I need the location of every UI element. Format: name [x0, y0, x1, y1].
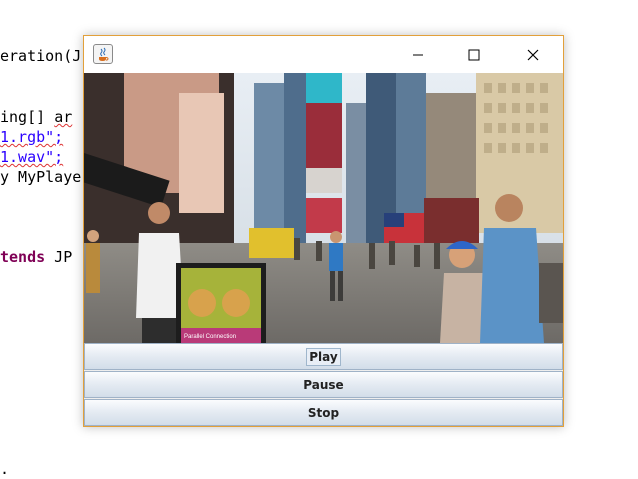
maximize-icon: [468, 49, 480, 60]
code-line-2: ing[] ar: [0, 108, 73, 126]
code-line-7: .: [0, 460, 10, 478]
title-bar[interactable]: [84, 36, 563, 73]
video-scene: Parallel Connection: [84, 73, 563, 343]
code-line-3: 1.rgb";: [0, 128, 64, 146]
code-line-5: y MyPlaye: [0, 168, 82, 186]
sign-text: Parallel Connection: [184, 334, 236, 340]
stop-button[interactable]: Stop: [84, 399, 563, 426]
maximize-button[interactable]: [451, 36, 497, 73]
close-button[interactable]: [510, 36, 556, 73]
media-player-window: Parallel Connection Play Pause Stop: [83, 35, 564, 427]
pause-button-label: Pause: [303, 377, 344, 392]
video-frame: Parallel Connection: [84, 73, 563, 343]
code-line-1: eration(J: [0, 47, 82, 65]
minimize-button[interactable]: [395, 36, 441, 73]
code-line-6: tends JP: [0, 248, 73, 266]
pause-button[interactable]: Pause: [84, 371, 563, 398]
close-icon: [527, 49, 539, 60]
minimize-icon: [413, 54, 423, 55]
java-app-icon[interactable]: [93, 44, 113, 64]
stop-button-label: Stop: [307, 405, 340, 420]
play-button-label: Play: [306, 347, 341, 366]
play-button[interactable]: Play: [84, 343, 563, 370]
code-line-4: 1.wav";: [0, 148, 64, 166]
